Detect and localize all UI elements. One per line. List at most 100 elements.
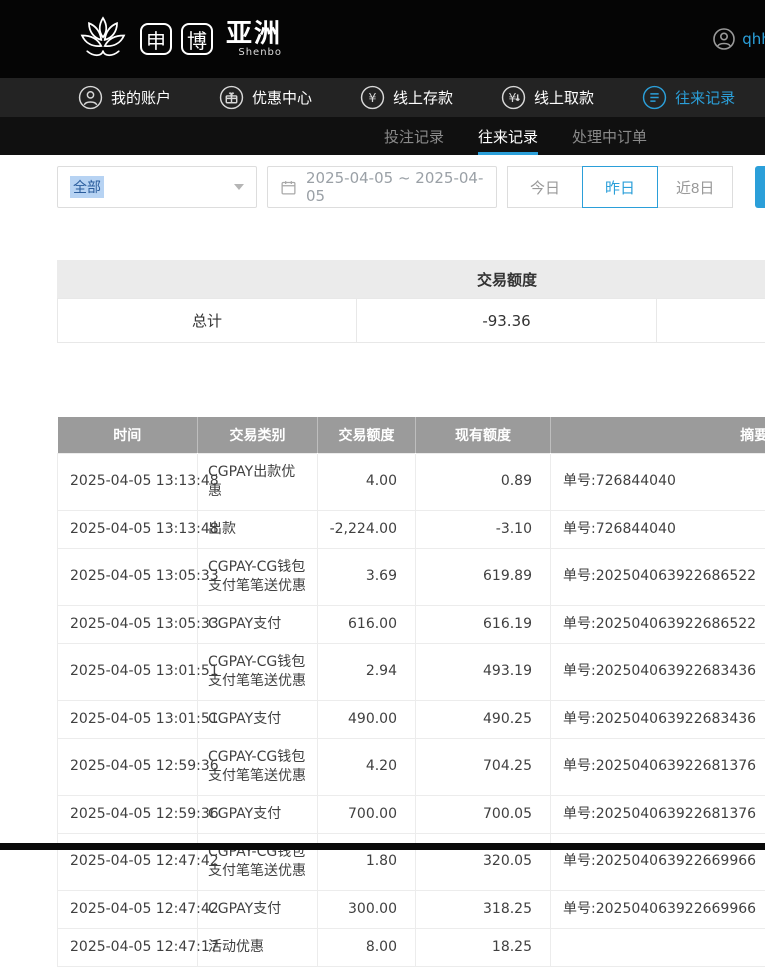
transactions-table: 时间 交易类别 交易额度 现有额度 摘要 2025-04-05 13:13:48… [57,417,765,967]
cell-type: CGPAY-CG钱包支付笔笔送优惠 [198,643,318,700]
user-account[interactable]: qhhw [712,0,765,78]
cell-balance: 493.19 [416,643,551,700]
cell-memo: 单号:726844040 [551,453,765,510]
cell-time: 2025-04-05 13:13:48 [58,510,198,548]
cell-balance: 490.25 [416,700,551,738]
footer-bar [0,843,765,850]
cell-balance: 616.19 [416,605,551,643]
logo[interactable]: 申 博 亚洲 Shenbo [75,11,282,67]
summary-table: 交易额度 总计 -93.36 [57,260,765,343]
col-header-balance: 现有额度 [416,417,551,453]
table-row: 2025-04-05 12:59:36CGPAY-CG钱包支付笔笔送优惠4.20… [58,738,765,795]
cell-balance: -3.10 [416,510,551,548]
deposit-icon: ¥ [360,85,385,110]
transactions-tbody: 2025-04-05 13:13:48CGPAY出款优惠4.000.89单号:7… [58,453,765,966]
logo-suffix: 亚洲 [226,21,282,47]
cell-type: 出款 [198,510,318,548]
cell-amount: -2,224.00 [318,510,416,548]
cell-amount: 490.00 [318,700,416,738]
user-avatar-icon [712,27,736,51]
cell-balance: 704.25 [416,738,551,795]
type-select[interactable]: 全部 [57,166,257,208]
nav-label: 线上取款 [534,87,594,108]
nav-item-promotions[interactable]: 优惠中心 [219,85,312,110]
table-row: 2025-04-05 12:47:42CGPAY-CG钱包支付笔笔送优惠1.80… [58,833,765,890]
cell-memo: 单号:202504063922686522 [551,548,765,605]
cell-amount: 700.00 [318,795,416,833]
cell-time: 2025-04-05 12:47:17 [58,928,198,966]
cell-type: CGPAY支付 [198,605,318,643]
type-select-value: 全部 [70,176,104,198]
cell-time: 2025-04-05 12:47:42 [58,833,198,890]
cell-type: CGPAY-CG钱包支付笔笔送优惠 [198,833,318,890]
logo-subtitle: Shenbo [238,47,282,58]
cell-balance: 619.89 [416,548,551,605]
lotus-logo-icon [75,11,131,67]
table-row: 2025-04-05 12:47:17活动优惠8.0018.25 [58,928,765,966]
cell-amount: 4.20 [318,738,416,795]
last-8-days-button[interactable]: 近8日 [657,166,733,208]
cell-amount: 4.00 [318,453,416,510]
records-icon [642,85,667,110]
cell-time: 2025-04-05 12:47:42 [58,890,198,928]
table-row: 2025-04-05 13:01:51CGPAY支付490.00490.25单号… [58,700,765,738]
cell-type: CGPAY支付 [198,795,318,833]
cell-balance: 0.89 [416,453,551,510]
date-range-value: 2025-04-05 ~ 2025-04-05 [306,169,484,205]
logo-char-bo: 博 [181,23,213,55]
nav-item-withdraw[interactable]: ¥ 线上取款 [501,85,594,110]
nav-item-deposit[interactable]: ¥ 线上存款 [360,85,453,110]
table-row: 2025-04-05 13:05:33CGPAY支付616.00616.19单号… [58,605,765,643]
col-header-time: 时间 [58,417,198,453]
sub-nav: 投注记录 往来记录 处理中订单 [0,117,765,155]
promo-icon [219,85,244,110]
cell-time: 2025-04-05 13:13:48 [58,453,198,510]
tab-processing-orders[interactable]: 处理中订单 [572,117,647,155]
cell-type: CGPAY支付 [198,890,318,928]
cell-memo: 单号:202504063922669966 [551,890,765,928]
nav-item-account[interactable]: 我的账户 [78,85,171,110]
table-row: 2025-04-05 12:59:36CGPAY支付700.00700.05单号… [58,795,765,833]
summary-total-value: -93.36 [357,298,657,343]
nav-label: 往来记录 [675,87,735,108]
table-row: 2025-04-05 13:13:48CGPAY出款优惠4.000.89单号:7… [58,453,765,510]
cell-memo: 单号:726844040 [551,510,765,548]
table-row: 2025-04-05 13:05:33CGPAY-CG钱包支付笔笔送优惠3.69… [58,548,765,605]
cell-memo: 单号:202504063922686522 [551,605,765,643]
cell-amount: 616.00 [318,605,416,643]
cell-amount: 2.94 [318,643,416,700]
cell-balance: 320.05 [416,833,551,890]
cell-type: CGPAY-CG钱包支付笔笔送优惠 [198,548,318,605]
yesterday-button[interactable]: 昨日 [582,166,658,208]
summary-empty-cell [657,298,765,343]
cell-amount: 300.00 [318,890,416,928]
table-row: 2025-04-05 13:13:48出款-2,224.00-3.10单号:72… [58,510,765,548]
today-button[interactable]: 今日 [507,166,583,208]
cell-time: 2025-04-05 13:01:51 [58,643,198,700]
col-header-memo: 摘要 [551,417,765,453]
top-header: 申 博 亚洲 Shenbo qhhw [0,0,765,78]
nav-item-records[interactable]: 往来记录 [642,85,735,110]
table-row: 2025-04-05 12:47:42CGPAY支付300.00318.25单号… [58,890,765,928]
date-range-input[interactable]: 2025-04-05 ~ 2025-04-05 [267,166,497,208]
cell-amount: 3.69 [318,548,416,605]
cell-memo: 单号:202504063922681376 [551,795,765,833]
col-header-amount: 交易额度 [318,417,416,453]
tab-betting-records[interactable]: 投注记录 [384,117,444,155]
withdraw-icon: ¥ [501,85,526,110]
quick-date-buttons: 今日 昨日 近8日 [507,166,733,208]
cell-balance: 18.25 [416,928,551,966]
cell-time: 2025-04-05 12:59:36 [58,738,198,795]
table-row: 2025-04-05 13:01:51CGPAY-CG钱包支付笔笔送优惠2.94… [58,643,765,700]
cell-memo: 单号:202504063922683436 [551,700,765,738]
search-button[interactable] [755,166,765,208]
cell-memo: 单号:202504063922683436 [551,643,765,700]
nav-label: 优惠中心 [252,87,312,108]
main-nav: 我的账户 优惠中心 ¥ 线上存款 ¥ 线上取款 [0,78,765,117]
nav-label: 线上存款 [393,87,453,108]
cell-time: 2025-04-05 13:01:51 [58,700,198,738]
tab-transaction-records[interactable]: 往来记录 [478,117,538,155]
cell-amount: 1.80 [318,833,416,890]
cell-memo: 单号:202504063922669966 [551,833,765,890]
username: qhhw [742,30,765,48]
